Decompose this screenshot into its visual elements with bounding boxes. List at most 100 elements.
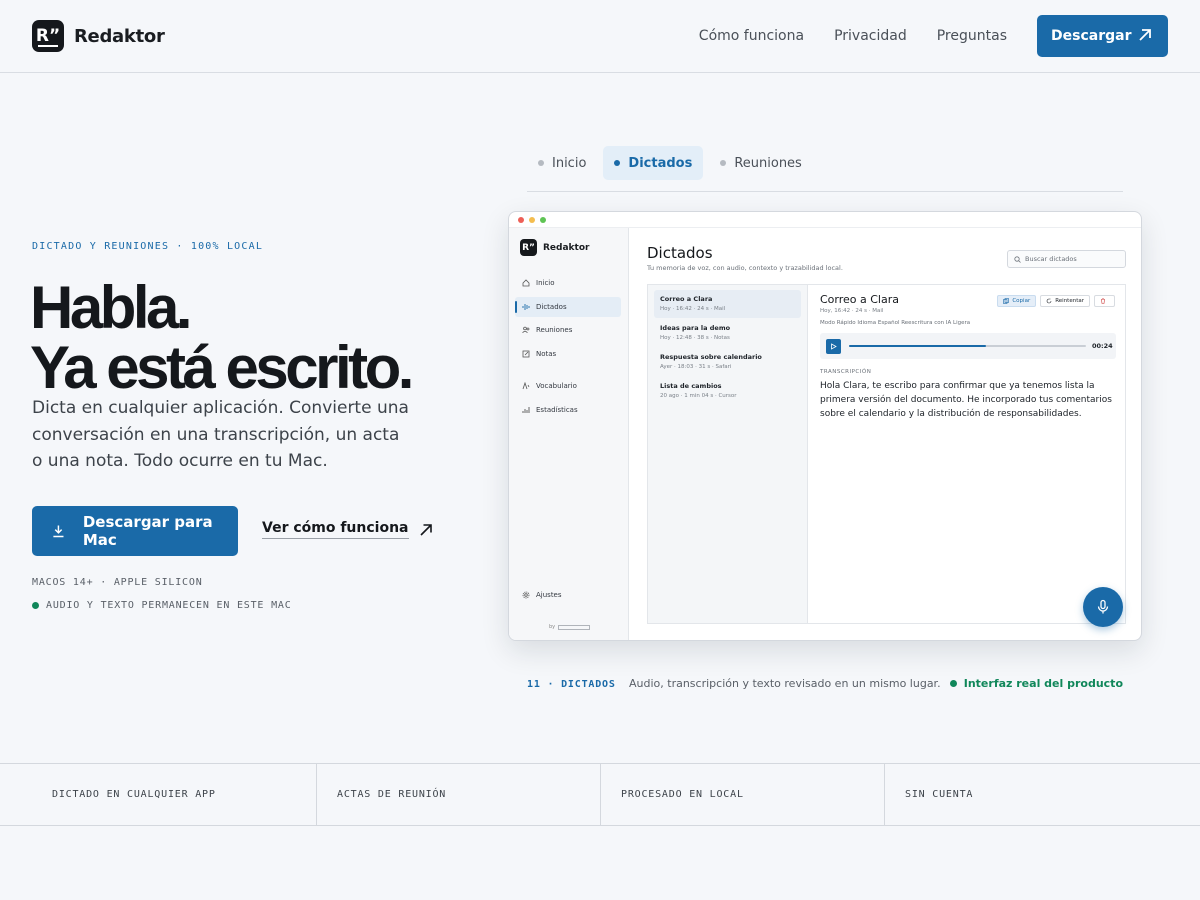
record-button[interactable] <box>1083 587 1123 627</box>
app-window-preview: R” Redaktor Inicio Dictados Reuniones No… <box>508 211 1142 641</box>
nav-link-privacidad[interactable]: Privacidad <box>834 28 907 44</box>
tab-dictados-label: Dictados <box>628 155 693 171</box>
hero-eyebrow: DICTADO Y REUNIONES · 100% LOCAL <box>32 241 264 252</box>
sidebar-item-ajustes[interactable]: Ajustes <box>515 585 621 605</box>
dictation-list: Correo a Clara Hoy · 16:42 · 24 s · Mail… <box>648 285 808 623</box>
logo-mark-icon: R” <box>32 20 64 52</box>
audio-progress-track[interactable] <box>849 345 1086 347</box>
top-nav: Cómo funciona Privacidad Preguntas Desca… <box>699 15 1168 57</box>
sidebar-item-inicio[interactable]: Inicio <box>515 273 621 293</box>
nav-download-button[interactable]: Descargar <box>1037 15 1168 57</box>
detail-meta: Hoy, 16:42 · 24 s · Mail <box>820 308 884 314</box>
play-icon <box>831 343 837 350</box>
sidebar-item-dictados[interactable]: Dictados <box>515 297 621 317</box>
hero-headline: Habla. Ya está escrito. <box>30 274 414 401</box>
list-item[interactable]: Lista de cambios 20 ago · 1 min 04 s · C… <box>654 377 801 405</box>
status-dot-icon <box>949 680 957 687</box>
tab-reuniones[interactable]: Reuniones <box>709 146 813 180</box>
site-header: R” Redaktor Cómo funciona Privacidad Pre… <box>0 0 1200 73</box>
download-mac-label: Descargar para Mac <box>82 513 213 549</box>
real-ui-badge: Interfaz real del producto <box>949 677 1123 690</box>
arrow-up-right-icon <box>419 523 432 536</box>
transcript-text: Hola Clara, te escribo para confirmar qu… <box>820 381 1112 419</box>
tab-dot-icon <box>614 160 621 166</box>
brand-name: Redaktor <box>74 25 165 47</box>
vocabulary-icon <box>522 382 530 390</box>
gear-icon <box>522 591 530 599</box>
transcript-label: TRANSCRIPCIÓN <box>820 369 872 375</box>
window-titlebar <box>509 212 1141 228</box>
feature-strip: DICTADO EN CUALQUIER APP ACTAS DE REUNIÓ… <box>0 763 1200 826</box>
privacy-note-text: AUDIO Y TEXTO PERMANECEN EN ESTE MAC <box>46 600 292 611</box>
list-item[interactable]: Correo a Clara Hoy · 16:42 · 24 s · Mail <box>654 290 801 318</box>
list-item-title: Respuesta sobre calendario <box>660 353 762 361</box>
brand-logo[interactable]: R” Redaktor <box>32 20 165 52</box>
preview-tabs: Inicio Dictados Reuniones <box>527 146 819 180</box>
credit-logo-icon <box>558 624 591 630</box>
sidebar-credit: by <box>549 624 591 630</box>
feature-item: PROCESADO EN LOCAL <box>601 764 885 825</box>
sidebar-item-label: Dictados <box>536 303 567 311</box>
audio-progress-fill <box>849 345 987 347</box>
sidebar-item-reuniones[interactable]: Reuniones <box>515 320 621 340</box>
hero-lede: Dicta en cualquier aplicación. Convierte… <box>32 398 409 471</box>
microphone-icon <box>1097 599 1109 614</box>
sidebar-item-label: Inicio <box>536 279 555 287</box>
system-requirements: MACOS 14+ · APPLE SILICON <box>32 577 203 588</box>
tab-dictados[interactable]: Dictados <box>603 146 704 180</box>
audio-time: 00:24 <box>1092 342 1113 350</box>
how-it-works-label: Ver cómo funciona <box>262 520 409 539</box>
feature-item: ACTAS DE REUNIÓN <box>317 764 601 825</box>
download-icon <box>53 525 64 538</box>
detail-mode: Modo Rápido Idioma Español Reescritura c… <box>820 320 971 326</box>
zoom-icon <box>540 216 546 223</box>
nav-link-preguntas[interactable]: Preguntas <box>937 28 1007 44</box>
feature-item: SIN CUENTA <box>905 789 974 800</box>
note-icon <box>522 350 530 358</box>
search-icon <box>1014 255 1021 263</box>
sidebar-item-label: Notas <box>536 350 557 358</box>
copy-icon <box>1003 298 1010 304</box>
app-brand-name: Redaktor <box>543 242 590 253</box>
list-item[interactable]: Respuesta sobre calendario Ayer · 18:03 … <box>654 348 801 376</box>
hero-headline-line-1: Habla. <box>30 274 193 341</box>
list-item-title: Ideas para la demo <box>660 324 731 332</box>
list-item-meta: Hoy · 12:48 · 38 s · Notas <box>660 335 730 341</box>
minimize-icon <box>529 216 535 223</box>
tab-inicio-label: Inicio <box>552 155 587 171</box>
page-title: Dictados <box>647 244 713 262</box>
sidebar-credit-label: by <box>549 624 556 630</box>
download-mac-button[interactable]: Descargar para Mac <box>32 506 238 556</box>
copy-button[interactable]: Copiar <box>997 295 1037 307</box>
retry-icon <box>1046 298 1052 304</box>
app-logo-mark-icon: R” <box>520 239 537 256</box>
preview-caption: Audio, transcripción y texto revisado en… <box>629 677 941 690</box>
sidebar-item-estadisticas[interactable]: Estadísticas <box>515 400 621 420</box>
search-input[interactable]: Buscar dictados <box>1007 250 1126 268</box>
list-item[interactable]: Ideas para la demo Hoy · 12:48 · 38 s · … <box>654 319 801 347</box>
hero-headline-line-2: Ya está escrito. <box>30 334 414 401</box>
retry-button[interactable]: Reintentar <box>1040 295 1090 307</box>
dictation-detail: Correo a Clara Hoy, 16:42 · 24 s · Mail … <box>820 285 1126 623</box>
waveform-icon <box>522 304 530 310</box>
tab-reuniones-label: Reuniones <box>734 155 802 171</box>
copy-label: Copiar <box>1012 298 1031 304</box>
app-brand: R” Redaktor <box>520 239 589 256</box>
audio-player: 00:24 <box>820 333 1116 359</box>
sidebar-item-label: Vocabulario <box>536 382 577 390</box>
tab-inicio[interactable]: Inicio <box>527 146 597 180</box>
nav-link-como-funciona[interactable]: Cómo funciona <box>699 28 804 44</box>
sidebar-item-label: Estadísticas <box>536 406 578 414</box>
search-placeholder: Buscar dictados <box>1025 255 1077 263</box>
sidebar-item-label: Reuniones <box>536 326 573 334</box>
home-icon <box>522 279 530 287</box>
tab-dot-icon <box>720 160 727 166</box>
play-button[interactable] <box>826 339 841 354</box>
how-it-works-link[interactable]: Ver cómo funciona <box>262 520 433 539</box>
nav-download-label: Descargar <box>1051 28 1132 44</box>
tabs-divider <box>527 191 1123 192</box>
sidebar-item-notas[interactable]: Notas <box>515 344 621 364</box>
app-sidebar: R” Redaktor Inicio Dictados Reuniones No… <box>509 228 629 640</box>
delete-button[interactable] <box>1094 295 1115 307</box>
sidebar-item-vocabulario[interactable]: Vocabulario <box>515 376 621 396</box>
